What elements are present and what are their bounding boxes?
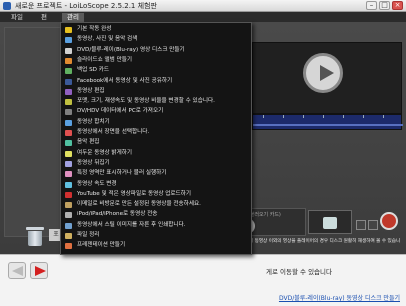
wizard-link[interactable]: DVD/블루-레이(Blu-ray) 동영상 디스크 만들기 [279,293,400,302]
menu-item[interactable]: 동영상 뒤집기 [61,159,251,168]
menu-item[interactable]: 음악 편집 [61,138,251,147]
menu-item-label: 특정 영역만 표시하거나 블러 실행하기 [77,170,167,177]
wizard-hint: 게로 이동할 수 있습니다 [266,268,332,276]
menu-item-icon [65,109,72,116]
menu-item-icon [65,119,72,126]
menu-item-label: 이메일로 비방문로 만든 설정된 동영상을 전송하세요. [77,201,201,208]
menu-item-label: DVD/블루-레이(Blu-ray) 영상 디스크 만들기 [77,46,185,53]
menu-item-label: 동영상, 사진 및 음악 검색 [77,36,138,43]
menu-item-icon [65,47,72,54]
menu-item-label: 파일 정리 [77,232,100,238]
menu-item-icon [65,150,72,157]
menu-item-icon [65,243,72,250]
record-button[interactable] [380,212,398,230]
dvd-icon[interactable] [308,210,352,234]
menu-item[interactable]: 특정 영역만 표시하거나 블러 실행하기 [61,169,251,178]
window-title: 새로운 프로젝트 - LoiLoScope 2.5.2.1 체험판 [15,2,157,10]
menu-item-label: YouTube 및 적은 영상파일로 동영상 업로드하기 [77,190,191,197]
menu-item-icon [65,171,72,178]
menu-manage[interactable]: 관리 [62,13,84,22]
menu-item-label: 음악 편집 [77,139,100,146]
menu-item-label: 포맷, 크기, 재생속도 및 동영상 비율을 변경할 수 있습니다. [77,98,215,105]
menu-item-icon [65,181,72,188]
menu-item-icon [65,191,72,198]
play-icon[interactable] [303,53,343,93]
next-button[interactable] [30,262,48,279]
menu-item-icon [65,27,72,33]
menu-item-icon [65,88,72,95]
menu-item-icon [65,222,72,229]
manage-menu-dropdown: 기본 작동 완성동영상, 사진 및 음악 검색 DVD/블루-레이(Blu-ray… [60,22,252,255]
menu-item[interactable]: 파일 정리 [61,231,251,240]
menu-item[interactable]: 동영상 합치기 [61,118,251,127]
menu-item-icon [65,68,72,75]
menu-item-label: 백업 SD 카드 [77,67,109,74]
menu-item[interactable]: 이메일로 비방문로 만든 설정된 동영상을 전송하세요. [61,200,251,209]
option-checkbox[interactable] [368,220,378,230]
menu-item-icon [65,78,72,85]
app-icon [3,2,11,10]
menu-item[interactable]: 기본 작동 완성 [61,25,251,34]
menu-item[interactable]: DV/HDV 데이터에서 PC로 가져오기 [61,107,251,116]
minimize-button[interactable]: – [366,1,377,10]
menu-item-label: 동영상에서 장면을 선택합니다. [77,129,150,135]
menu-item-icon [65,212,72,219]
menu-item-label: 동영상 속도 변경 [77,180,117,187]
menu-item-icon [65,99,72,106]
menu-item[interactable]: 동영상 속도 변경 [61,180,251,189]
menu-item-label: 동영상 편집 [77,87,105,94]
menu-item[interactable]: 동영상 편집 [61,87,251,96]
menu-item[interactable]: 동영상에서 스틸 이미지를 자른 후 인쇄합니다. [61,221,251,230]
menu-item[interactable]: DVD/블루-레이(Blu-ray) 영상 디스크 만들기 [61,46,251,55]
menu-item-icon [65,37,72,44]
menu-item-icon [65,140,72,147]
menu-item-icon [65,160,72,167]
menu-item[interactable]: 동영상에서 장면을 선택합니다. [61,128,251,137]
disc-tools: (다시 불러오기 카드) 디스크에서 동영상 이외의 영상을 플레이어의 경우 … [232,208,402,254]
menu-item-icon [65,233,72,239]
menu-item[interactable]: YouTube 및 적은 영상파일로 동영상 업로드하기 [61,190,251,199]
menu-item[interactable]: 여두운 동영상 밝게하기 [61,149,251,158]
menu-bar: 파일 편 관리 [0,12,406,22]
menu-item-label: 동영상 뒤집기 [77,159,110,166]
maximize-button[interactable]: □ [379,1,390,10]
back-button[interactable] [8,262,26,279]
menu-edit[interactable]: 편 [36,13,52,22]
menu-item-label: iPod/iPad/iPhone로 동영상 전송 [77,211,158,218]
menu-item-label: 프레젠테이션 만들기 [77,242,126,249]
arrow-left-icon [12,266,23,276]
menu-item-icon [65,57,72,64]
close-button[interactable]: × [392,1,403,10]
menu-item[interactable]: 동영상, 사진 및 음악 검색 [61,35,251,44]
arrow-right-icon [35,266,46,276]
menu-item-label: 여두운 동영상 밝게하기 [77,149,133,156]
menu-item[interactable]: 포맷, 크기, 재생속도 및 동영상 비율을 변경할 수 있습니다. [61,97,251,106]
menu-item[interactable]: Facebook에서 동영상 및 사진 공유하기 [61,77,251,86]
menu-item-icon [65,202,72,209]
menu-item-label: DV/HDV 데이터에서 PC로 가져오기 [77,108,164,115]
menu-item-label: 동영상 합치기 [77,118,110,125]
menu-item-label: 슬라이드쇼 앨범 만들기 [77,56,133,63]
menu-item[interactable]: 백업 SD 카드 [61,66,251,75]
menu-item[interactable]: iPod/iPad/iPhone로 동영상 전송 [61,210,251,219]
wizard-bar: 게로 이동할 수 있습니다 DVD/블루-레이(Blu-ray) 동영상 디스크… [0,254,406,306]
menu-item-label: 기본 작동 완성 [77,26,112,32]
menu-item-label: Facebook에서 동영상 및 사진 공유하기 [77,77,173,84]
timeline-bar[interactable] [252,114,403,130]
menu-item[interactable]: 슬라이드쇼 앨범 만들기 [61,56,251,65]
trash-icon[interactable] [26,227,44,247]
option-checkbox[interactable] [356,220,366,230]
disc-description: 디스크에서 동영상 이외의 영상을 플레이어의 경우 디스크 원활히 재생하여 … [232,239,401,250]
preview-player[interactable] [252,42,402,114]
menu-item-label: 동영상에서 스틸 이미지를 자른 후 인쇄합니다. [77,221,186,228]
title-bar: 새로운 프로젝트 - LoiLoScope 2.5.2.1 체험판 – □ × [0,0,406,12]
left-panel [4,27,64,237]
menu-item-icon [65,130,72,136]
menu-item[interactable]: 프레젠테이션 만들기 [61,241,251,250]
menu-file[interactable]: 파일 [6,13,28,22]
